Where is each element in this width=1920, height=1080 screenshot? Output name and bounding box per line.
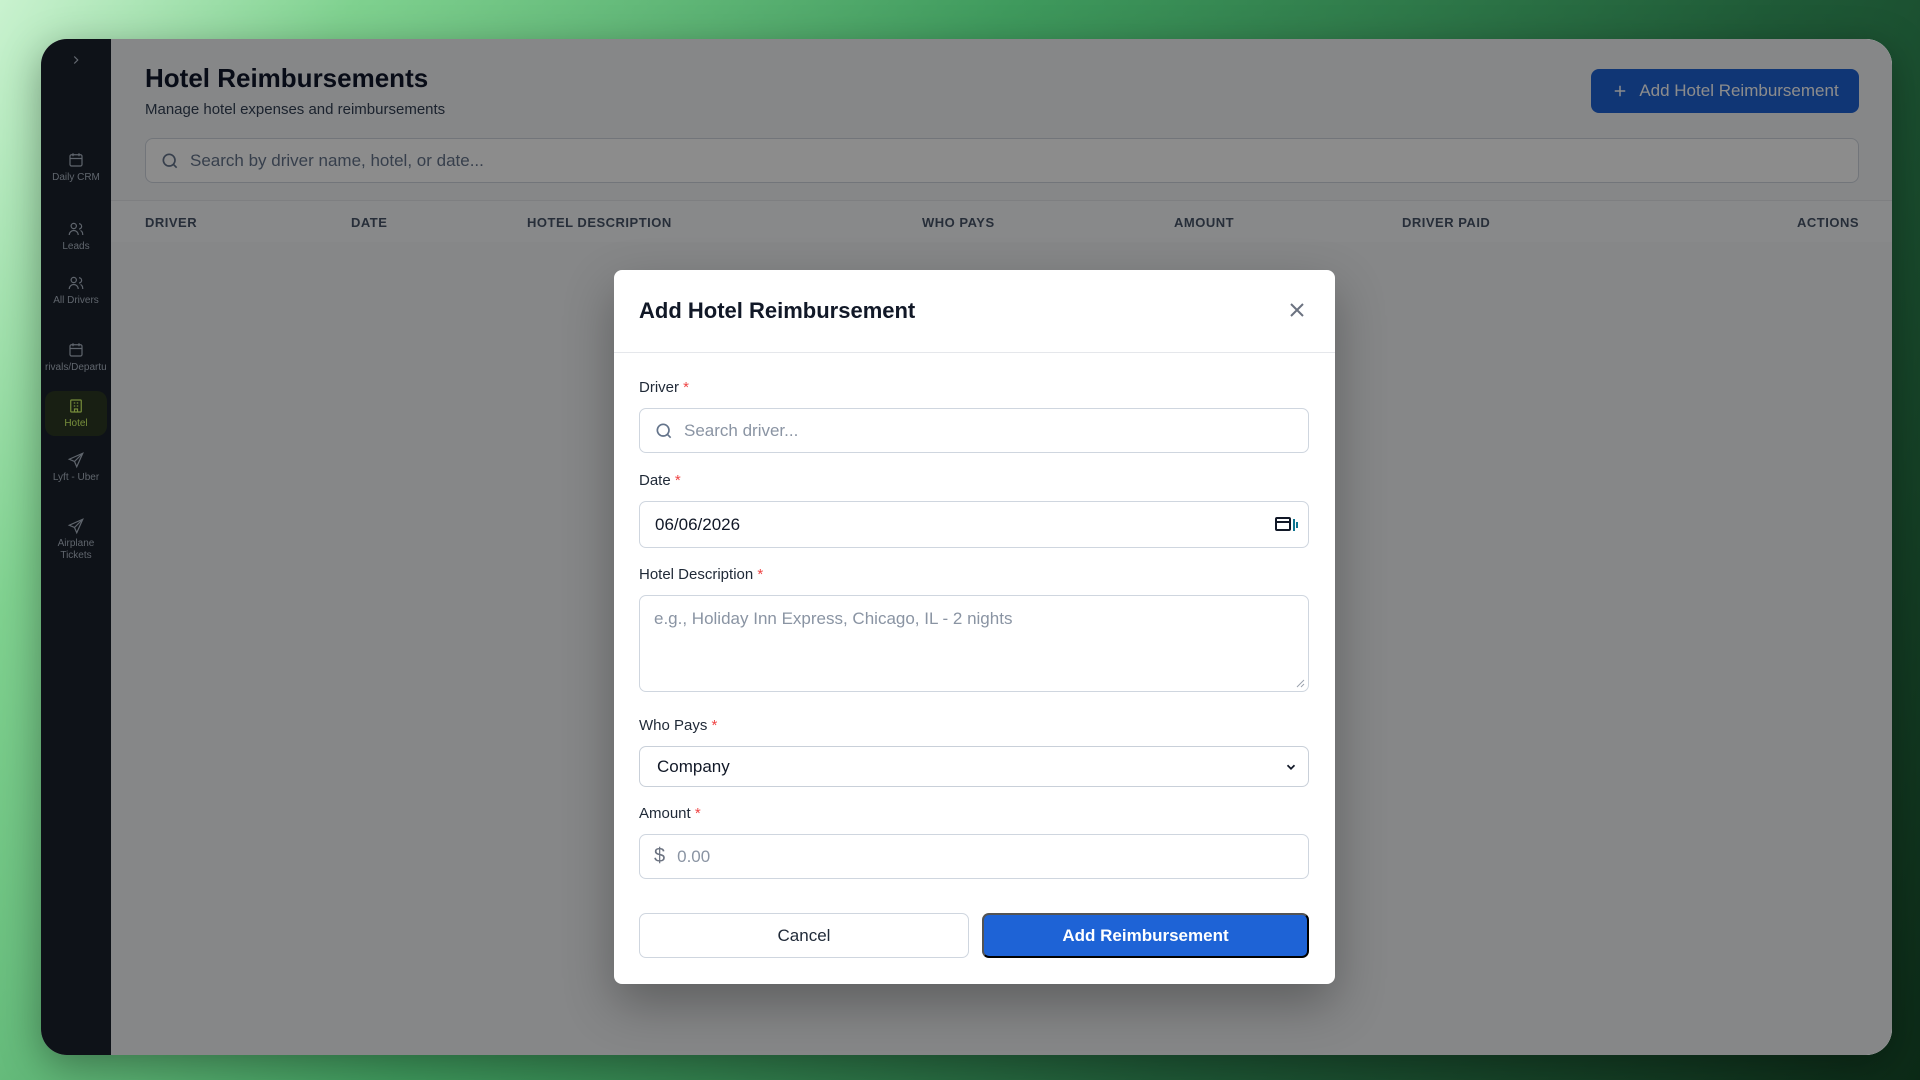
required-mark: * bbox=[757, 566, 764, 583]
amount-label: Amount * bbox=[639, 805, 701, 822]
calendar-picker-icon[interactable] bbox=[1274, 515, 1300, 535]
date-input[interactable]: 06/06/2026 bbox=[639, 501, 1309, 548]
amount-input[interactable]: $ 0.00 bbox=[639, 834, 1309, 879]
who-pays-label-text: Who Pays bbox=[639, 717, 708, 734]
modal-title: Add Hotel Reimbursement bbox=[639, 298, 916, 323]
add-hotel-reimbursement-modal: Add Hotel Reimbursement Driver * Search … bbox=[614, 270, 1335, 984]
amount-label-text: Amount bbox=[639, 805, 691, 822]
required-mark: * bbox=[694, 805, 701, 822]
driver-label: Driver * bbox=[639, 379, 689, 396]
close-button[interactable] bbox=[1285, 298, 1309, 322]
date-value: 06/06/2026 bbox=[655, 514, 741, 534]
required-mark: * bbox=[683, 379, 690, 396]
who-pays-select[interactable]: Company bbox=[639, 746, 1309, 787]
who-pays-label: Who Pays * bbox=[639, 717, 717, 734]
who-pays-selected-value: Company bbox=[657, 756, 730, 776]
chevron-down-icon bbox=[1286, 764, 1296, 770]
add-reimbursement-button[interactable]: Add Reimbursement bbox=[982, 913, 1309, 958]
hotel-description-textarea[interactable]: e.g., Holiday Inn Express, Chicago, IL -… bbox=[639, 595, 1309, 692]
modal-header: Add Hotel Reimbursement bbox=[614, 270, 1335, 353]
amount-placeholder: 0.00 bbox=[677, 846, 711, 866]
dollar-icon: $ bbox=[654, 845, 666, 867]
hotel-description-placeholder: e.g., Holiday Inn Express, Chicago, IL -… bbox=[654, 609, 1013, 628]
driver-search-input[interactable]: Search driver... bbox=[639, 408, 1309, 453]
date-label: Date * bbox=[639, 472, 681, 489]
hotel-description-label: Hotel Description * bbox=[639, 566, 763, 583]
cancel-button[interactable]: Cancel bbox=[639, 913, 969, 958]
required-mark: * bbox=[711, 717, 718, 734]
resize-handle-icon[interactable] bbox=[1295, 678, 1305, 688]
date-label-text: Date bbox=[639, 472, 671, 489]
app-window: Daily CRM Leads All Drivers Arrivals/Dep… bbox=[41, 39, 1892, 1055]
close-icon bbox=[1290, 303, 1304, 317]
driver-placeholder: Search driver... bbox=[684, 420, 799, 440]
required-mark: * bbox=[674, 472, 681, 489]
search-icon bbox=[656, 423, 672, 438]
driver-label-text: Driver bbox=[639, 379, 679, 396]
hotel-description-label-text: Hotel Description bbox=[639, 566, 754, 583]
